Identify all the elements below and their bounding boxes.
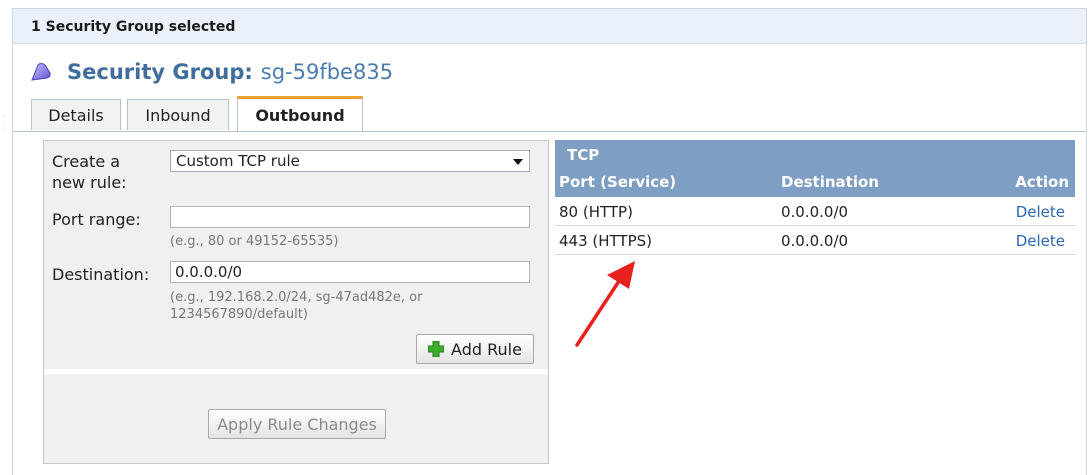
tab-bar: Details Inbound Outbound — [31, 96, 1071, 132]
destination-cell: 0.0.0.0/0 — [781, 232, 849, 250]
add-rule-button[interactable]: Add Rule — [416, 334, 534, 364]
column-header-port: Port (Service) — [559, 173, 677, 191]
destination-cell: 0.0.0.0/0 — [781, 203, 849, 221]
port-cell: 80 (HTTP) — [559, 203, 633, 221]
new-rule-form: Create a new rule: Custom TCP rule Port … — [43, 140, 549, 464]
create-rule-label: Create a new rule: — [52, 152, 127, 192]
port-range-label: Port range: — [52, 210, 141, 229]
port-cell: 443 (HTTPS) — [559, 232, 653, 250]
side-resize-grip-icon[interactable]: · · · — [2, 113, 8, 135]
selection-count-text: 1 Security Group selected — [31, 19, 236, 35]
delete-link[interactable]: Delete — [1016, 203, 1065, 221]
column-header-action: Action — [1015, 173, 1069, 191]
delete-link[interactable]: Delete — [1016, 232, 1065, 250]
selection-bar: 1 Security Group selected — [13, 9, 1086, 44]
column-header-destination: Destination — [781, 173, 879, 191]
rules-table: TCP Port (Service) Destination Action 80… — [555, 140, 1075, 255]
table-header: TCP Port (Service) Destination Action — [555, 140, 1075, 197]
port-range-hint: (e.g., 80 or 49152-65535) — [170, 234, 339, 249]
destination-label: Destination: — [52, 265, 150, 284]
security-group-icon — [31, 63, 51, 81]
rule-type-value: Custom TCP rule — [176, 152, 300, 170]
page-title: Security Group: sg-59fbe835 — [29, 57, 393, 87]
destination-input[interactable] — [170, 261, 530, 283]
security-group-label: Security Group: — [67, 60, 253, 84]
content-frame: • • • 1 Security Group selected Security… — [12, 8, 1087, 475]
security-group-id: sg-59fbe835 — [260, 60, 394, 84]
annotation-arrow-icon — [575, 261, 635, 347]
apply-rule-changes-label: Apply Rule Changes — [217, 414, 377, 434]
table-row: 443 (HTTPS) 0.0.0.0/0 Delete — [555, 226, 1075, 255]
destination-hint-line1: (e.g., 192.168.2.0/24, sg-47ad482e, or — [170, 290, 423, 305]
add-rule-label: Add Rule — [451, 339, 522, 359]
plus-icon — [428, 341, 445, 357]
tab-inbound[interactable]: Inbound — [127, 99, 229, 130]
tab-divider — [13, 131, 1086, 132]
table-row: 80 (HTTP) 0.0.0.0/0 Delete — [555, 197, 1075, 226]
destination-hint-line2: 1234567890/default) — [170, 307, 308, 322]
tab-details[interactable]: Details — [31, 99, 121, 130]
apply-rule-changes-button[interactable]: Apply Rule Changes — [208, 409, 386, 439]
tab-outbound[interactable]: Outbound — [237, 96, 363, 132]
rule-type-select[interactable]: Custom TCP rule — [170, 150, 530, 172]
port-range-input[interactable] — [170, 206, 530, 228]
dropdown-arrow-icon — [513, 159, 523, 165]
protocol-header: TCP — [567, 146, 600, 164]
form-divider — [44, 369, 548, 374]
